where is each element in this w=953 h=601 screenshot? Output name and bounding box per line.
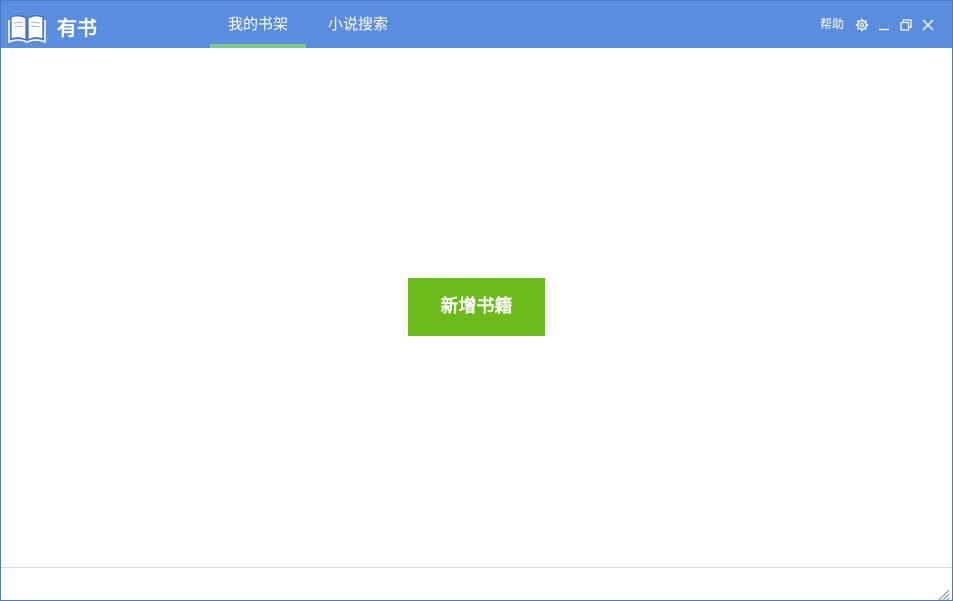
app-window: 有书 我的书架 小说搜索 帮助 新增书籍: [0, 0, 953, 601]
close-icon[interactable]: [917, 14, 939, 36]
open-book-icon: [8, 13, 46, 44]
app-title: 有书: [57, 16, 97, 40]
resize-grip-icon[interactable]: [938, 586, 950, 600]
tab-label: 我的书架: [227, 15, 288, 33]
tab-label: 小说搜索: [327, 15, 388, 33]
gear-icon[interactable]: [851, 14, 873, 36]
restore-icon[interactable]: [895, 14, 917, 36]
tab-my-bookshelf[interactable]: 我的书架: [210, 1, 306, 48]
minimize-icon[interactable]: [873, 14, 895, 36]
tab-novel-search[interactable]: 小说搜索: [306, 1, 410, 48]
help-link[interactable]: 帮助: [820, 1, 844, 48]
add-book-button[interactable]: 新增书籍: [408, 278, 545, 336]
bookshelf-content: 新增书籍: [1, 48, 952, 567]
title-bar[interactable]: 有书 我的书架 小说搜索 帮助: [1, 1, 952, 48]
window-controls: 帮助: [820, 1, 939, 48]
status-bar: [1, 567, 952, 600]
